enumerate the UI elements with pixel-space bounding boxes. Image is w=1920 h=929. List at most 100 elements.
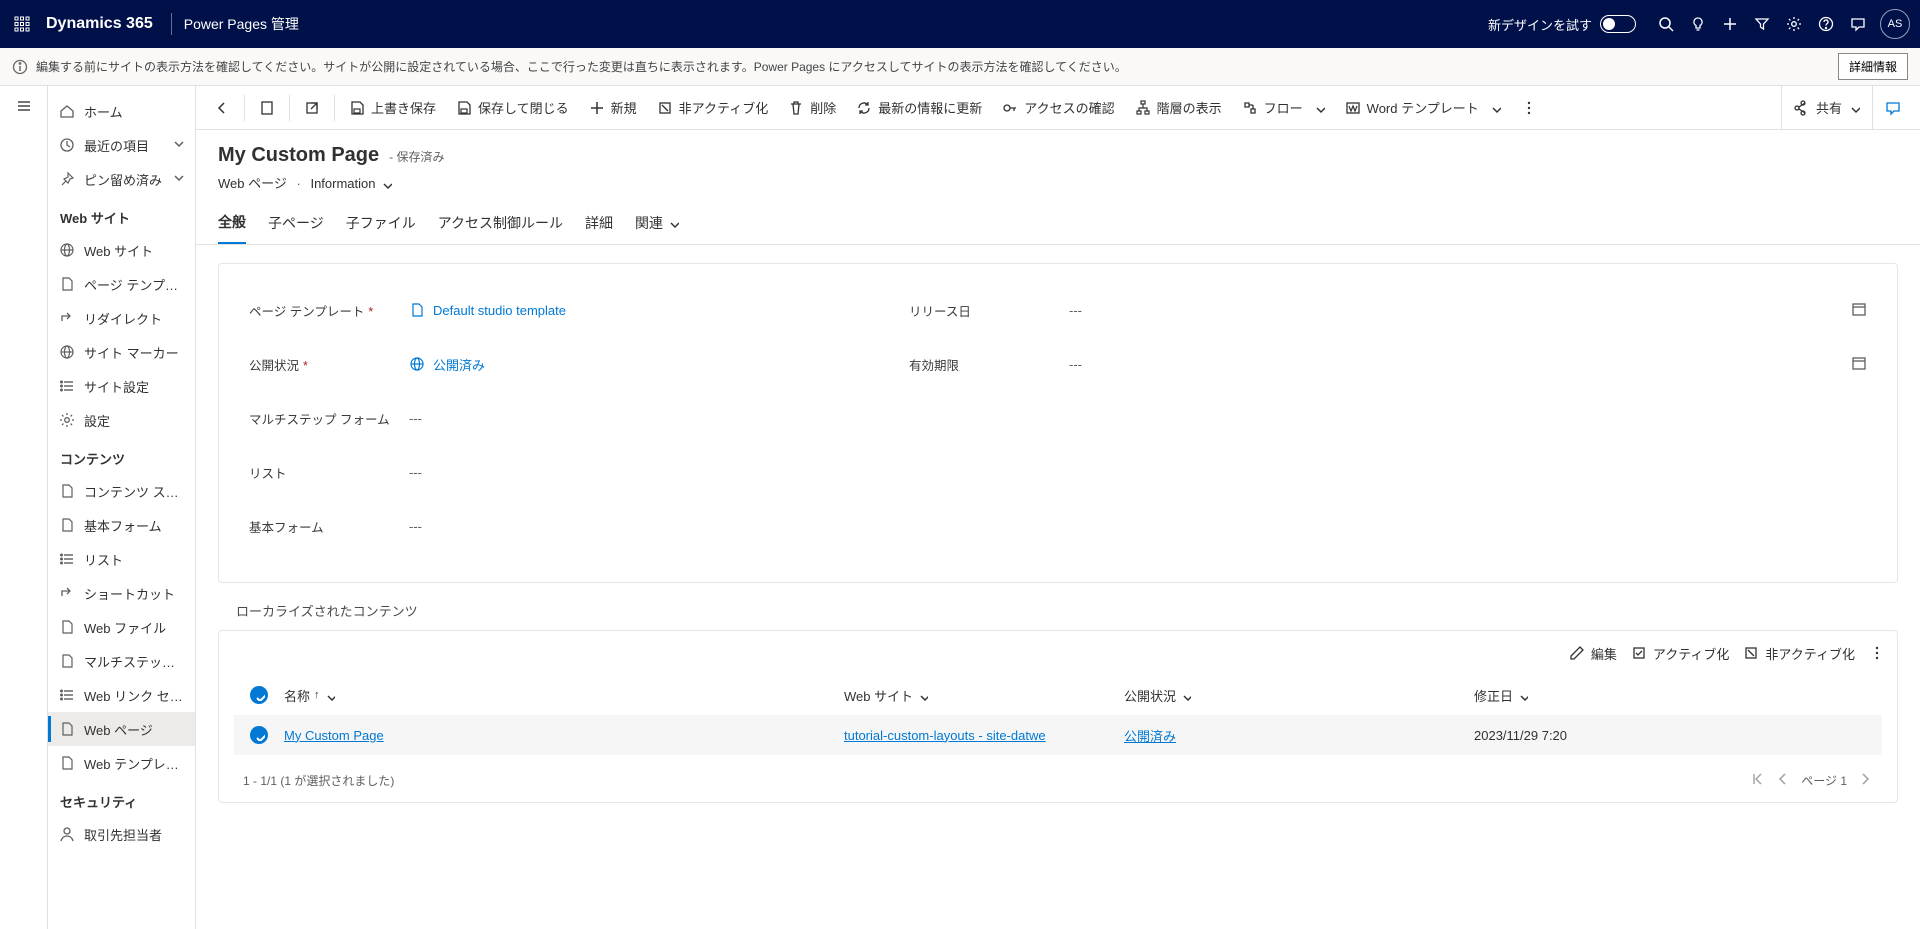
sidebar-item-site-settings[interactable]: サイト設定 xyxy=(48,369,195,403)
ideas-icon[interactable] xyxy=(1682,8,1714,40)
grid-edit-button[interactable]: 編集 xyxy=(1569,644,1617,663)
hamburger-icon[interactable] xyxy=(16,98,32,929)
sidebar-item-lists[interactable]: リスト xyxy=(48,542,195,576)
sidebar-item-contacts[interactable]: 取引先担当者 xyxy=(48,817,195,851)
sidebar-item-home[interactable]: ホーム xyxy=(48,94,195,128)
next-page-button[interactable] xyxy=(1857,771,1873,790)
notification-text: 編集する前にサイトの表示方法を確認してください。サイトが公開に設定されている場合… xyxy=(36,58,1838,75)
sidebar-item-web-link-sets[interactable]: Web リンク セット xyxy=(48,678,195,712)
basic-form-value[interactable]: --- xyxy=(409,519,422,534)
form-selector[interactable]: Information xyxy=(310,176,391,191)
calendar-icon[interactable] xyxy=(1851,355,1867,374)
prev-page-button[interactable] xyxy=(1775,771,1791,790)
back-button[interactable] xyxy=(204,86,240,130)
delete-button[interactable]: 削除 xyxy=(778,86,846,130)
sidebar-item-pinned[interactable]: ピン留め済み xyxy=(48,162,195,196)
settings-icon[interactable] xyxy=(1778,8,1810,40)
refresh-button[interactable]: 最新の情報に更新 xyxy=(846,86,992,130)
lookup-link[interactable]: 公開済み xyxy=(433,355,485,374)
calendar-icon[interactable] xyxy=(1851,301,1867,320)
expiration-value[interactable]: --- xyxy=(1069,357,1082,372)
sidebar-item-label: ショートカット xyxy=(84,584,187,603)
sidebar-item-shortcuts[interactable]: ショートカット xyxy=(48,576,195,610)
flow-button[interactable]: フロー xyxy=(1232,86,1335,130)
sidebar-item-multistep[interactable]: マルチステップ … xyxy=(48,644,195,678)
search-icon[interactable] xyxy=(1650,8,1682,40)
row-website-link[interactable]: tutorial-custom-layouts - site-datwe xyxy=(844,728,1046,743)
trash-icon xyxy=(788,100,804,116)
select-all[interactable] xyxy=(234,686,284,704)
page-template-lookup[interactable]: Default studio template xyxy=(409,302,566,318)
breadcrumb: Web ページ · Information xyxy=(218,173,1898,192)
deactivate-button[interactable]: 非アクティブ化 xyxy=(647,86,779,130)
assistant-icon[interactable] xyxy=(1842,8,1874,40)
sidebar-item-websites[interactable]: Web サイト xyxy=(48,233,195,267)
first-page-button[interactable] xyxy=(1749,771,1765,790)
doc-icon xyxy=(58,652,76,670)
row-name-link[interactable]: My Custom Page xyxy=(284,728,384,743)
cmd-label: 最新の情報に更新 xyxy=(878,98,982,117)
sidebar-item-label: マルチステップ … xyxy=(84,652,187,671)
row-publish-link[interactable]: 公開済み xyxy=(1124,729,1176,744)
sidebar-item-page-templates[interactable]: ページ テンプレ… xyxy=(48,267,195,301)
record-type-button[interactable] xyxy=(249,86,285,130)
col-header-modified[interactable]: 修正日 xyxy=(1474,686,1882,705)
command-bar: 上書き保存 保存して閉じる 新規 非アクティブ化 削除 最新の情報に更新 アクセ… xyxy=(196,86,1920,130)
tab-child-pages[interactable]: 子ページ xyxy=(268,212,324,244)
table-row[interactable]: My Custom Page tutorial-custom-layouts -… xyxy=(234,715,1882,755)
sidebar-item-redirects[interactable]: リダイレクト xyxy=(48,301,195,335)
sidebar-item-settings[interactable]: 設定 xyxy=(48,403,195,437)
hierarchy-button[interactable]: 階層の表示 xyxy=(1125,86,1232,130)
sidebar-item-label: ピン留め済み xyxy=(84,170,171,189)
word-templates-button[interactable]: Word テンプレート xyxy=(1335,86,1511,130)
tab-details[interactable]: 詳細 xyxy=(585,212,613,244)
tab-access-rules[interactable]: アクセス制御ルール xyxy=(438,212,563,244)
sidebar-section-website: Web サイト xyxy=(48,196,195,233)
overflow-button[interactable] xyxy=(1511,86,1547,130)
save-button[interactable]: 上書き保存 xyxy=(339,86,446,130)
tab-related[interactable]: 関連 xyxy=(635,212,679,244)
grid-footer: 1 - 1/1 (1 が選択されました) ページ 1 xyxy=(219,755,1897,790)
tab-general[interactable]: 全般 xyxy=(218,212,246,244)
lookup-link[interactable]: Default studio template xyxy=(433,303,566,318)
share-button[interactable]: 共有 xyxy=(1781,86,1872,130)
sidebar-item-web-templates[interactable]: Web テンプレート xyxy=(48,746,195,780)
sidebar-item-label: 取引先担当者 xyxy=(84,825,187,844)
try-new-design-toggle[interactable] xyxy=(1600,15,1636,33)
sidebar-item-basic-forms[interactable]: 基本フォーム xyxy=(48,508,195,542)
popout-button[interactable] xyxy=(294,86,330,130)
publish-state-lookup[interactable]: 公開済み xyxy=(409,355,485,374)
list-value[interactable]: --- xyxy=(409,465,422,480)
grid-toolbar: 編集 アクティブ化 非アクティブ化 xyxy=(219,631,1897,675)
sidebar-item-web-files[interactable]: Web ファイル xyxy=(48,610,195,644)
filter-icon[interactable] xyxy=(1746,8,1778,40)
doc-icon xyxy=(58,720,76,738)
form-content[interactable]: ページ テンプレート* Default studio template リリース… xyxy=(196,245,1920,929)
tab-child-files[interactable]: 子ファイル xyxy=(346,212,416,244)
sidebar-item-label: 設定 xyxy=(84,411,187,430)
check-access-button[interactable]: アクセスの確認 xyxy=(992,86,1124,130)
sidebar-item-snippets[interactable]: コンテンツ スニ… xyxy=(48,474,195,508)
avatar[interactable]: AS xyxy=(1880,9,1910,39)
copilot-button[interactable] xyxy=(1872,86,1912,130)
add-icon[interactable] xyxy=(1714,8,1746,40)
save-close-button[interactable]: 保存して閉じる xyxy=(446,86,579,130)
grid-more-button[interactable] xyxy=(1869,645,1885,661)
col-header-publish[interactable]: 公開状況 xyxy=(1124,686,1474,705)
row-checkbox[interactable] xyxy=(234,726,284,744)
new-button[interactable]: 新規 xyxy=(579,86,647,130)
sidebar-item-web-pages[interactable]: Web ページ xyxy=(48,712,195,746)
help-icon[interactable] xyxy=(1810,8,1842,40)
col-header-website[interactable]: Web サイト xyxy=(844,686,1124,705)
grid-count: 1 - 1/1 (1 が選択されました) xyxy=(243,772,394,789)
release-date-value[interactable]: --- xyxy=(1069,303,1082,318)
grid-deactivate-button[interactable]: 非アクティブ化 xyxy=(1743,644,1855,663)
sidebar-item-label: 基本フォーム xyxy=(84,516,187,535)
cmd-label: 階層の表示 xyxy=(1157,98,1222,117)
sidebar-item-recent[interactable]: 最近の項目 xyxy=(48,128,195,162)
col-header-name[interactable]: 名称 ↑ xyxy=(284,686,844,705)
sidebar-item-site-markers[interactable]: サイト マーカー xyxy=(48,335,195,369)
multistep-value[interactable]: --- xyxy=(409,411,422,426)
more-info-button[interactable]: 詳細情報 xyxy=(1838,53,1908,80)
grid-activate-button[interactable]: アクティブ化 xyxy=(1631,644,1730,663)
